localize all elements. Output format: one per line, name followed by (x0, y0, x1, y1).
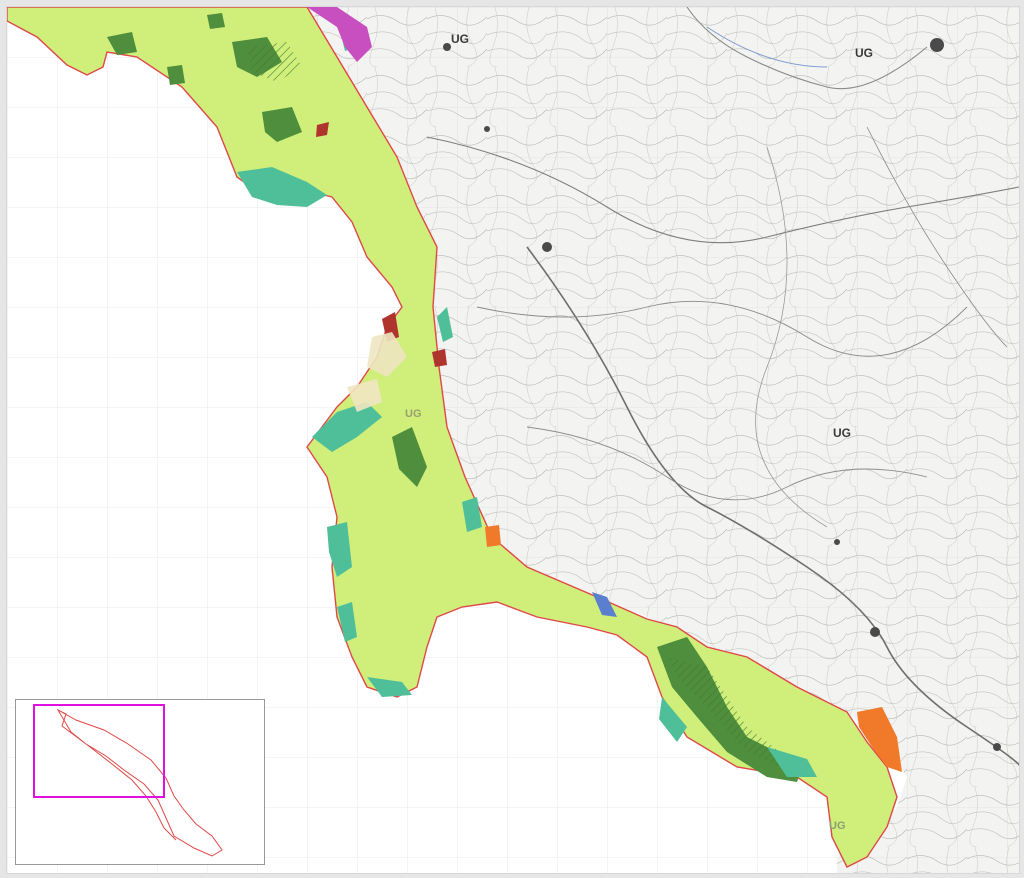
inset-extent-frame (33, 704, 165, 798)
ug-label-north-2: UG (855, 46, 873, 60)
inset-canvas (33, 704, 223, 857)
inset-park-outline (56, 708, 223, 857)
inset-locator-map[interactable] (15, 699, 265, 865)
ug-label-center: UG (833, 426, 851, 440)
ug-label-north-1: UG (451, 32, 469, 46)
ug-label-south: UG (829, 820, 846, 832)
ug-label-coast: UG (405, 408, 422, 420)
map-frame: UG UG UG UG UG (6, 6, 1020, 874)
